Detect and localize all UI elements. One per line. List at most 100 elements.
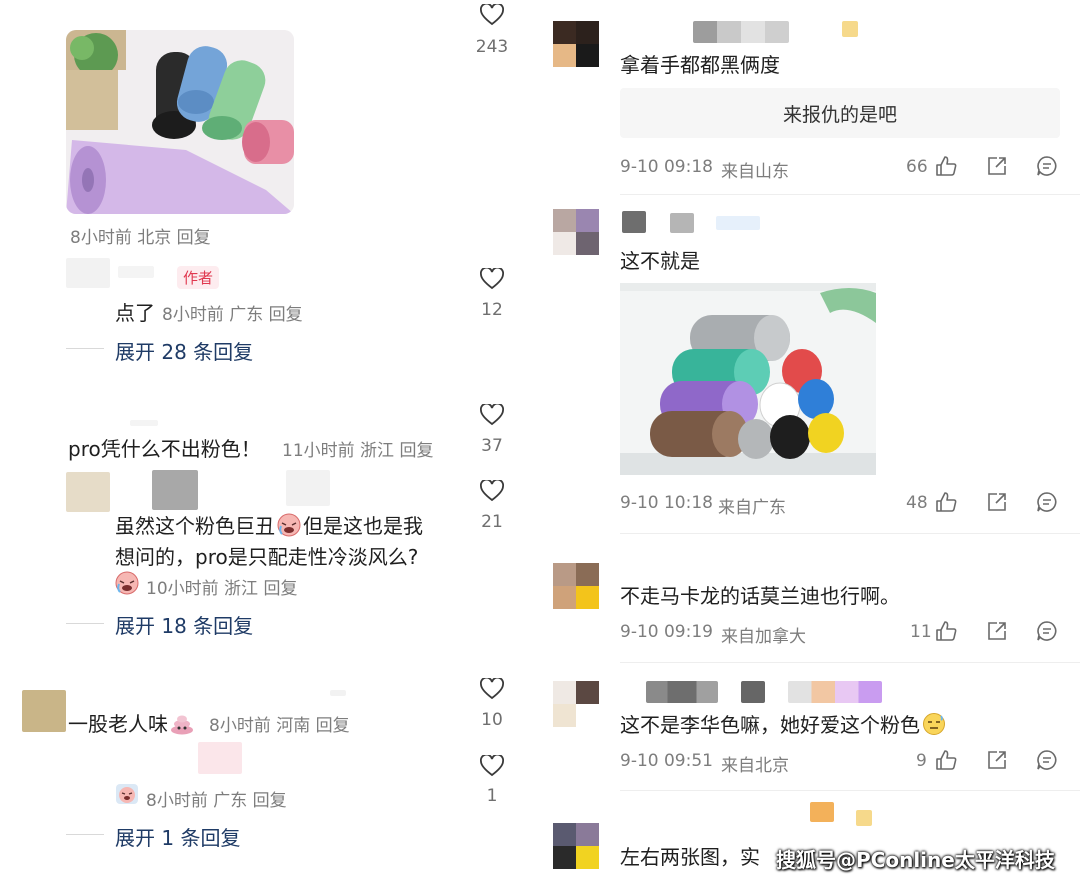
poop-emoji-icon: [169, 711, 195, 735]
comment-text: pro凭什么不出粉色！: [68, 437, 261, 461]
avatar[interactable]: [22, 690, 66, 732]
username[interactable]: [810, 802, 834, 822]
thumbs-up-icon[interactable]: [935, 155, 957, 177]
username[interactable]: [198, 742, 242, 774]
comment-meta: 11小时前 浙江 回复: [282, 441, 434, 461]
like-count: 12: [481, 300, 503, 320]
comment-meta: 8小时前 广东 回复: [146, 791, 287, 811]
expand-replies-link[interactable]: 展开 28 条回复: [115, 336, 253, 365]
divider: [620, 533, 1080, 534]
comment-text-part: 但是这也是我: [303, 514, 423, 538]
avatar[interactable]: [553, 823, 599, 869]
crying-emoji-icon: [276, 513, 302, 537]
level-badge: [842, 21, 858, 37]
comment-text-part: 虽然这个粉色巨丑: [115, 514, 275, 538]
username[interactable]: [622, 211, 646, 233]
comment-icon[interactable]: [1036, 620, 1058, 642]
username[interactable]: [788, 681, 882, 703]
expand-replies-link[interactable]: 展开 18 条回复: [115, 610, 253, 639]
username[interactable]: [118, 266, 154, 278]
comment-text: 点了: [115, 301, 155, 325]
author-badge: 作者: [177, 266, 220, 289]
avatar[interactable]: [553, 681, 599, 727]
like-count: 48: [906, 493, 928, 513]
heart-icon[interactable]: [480, 676, 504, 704]
expand-replies-link[interactable]: 展开 1 条回复: [115, 822, 240, 851]
username[interactable]: [646, 681, 718, 703]
comment-icon[interactable]: [1036, 749, 1058, 771]
crying-emoji-icon: [114, 782, 140, 810]
comment-meta: 8小时前 北京 回复: [70, 228, 211, 248]
heart-icon[interactable]: [480, 753, 504, 781]
like-count: 10: [481, 710, 503, 730]
comment-text: 拿着手都都黑俩度: [620, 53, 780, 77]
trash-bag-photo[interactable]: [620, 283, 876, 475]
comment-meta: 10小时前 浙江 回复: [146, 579, 298, 599]
thumbs-up-icon[interactable]: [935, 620, 957, 642]
username[interactable]: [741, 681, 765, 703]
quoted-reply[interactable]: 来报仇的是吧: [620, 88, 1060, 138]
like-count: 11: [910, 622, 932, 642]
comment-text: 这不是李华色嘛，她好爱这个粉色: [620, 709, 946, 738]
like-count: 66: [906, 157, 928, 177]
comment-time: 9-10 09:51: [620, 751, 713, 771]
like-count: 37: [481, 436, 503, 456]
comment-text: 这不就是: [620, 249, 700, 273]
comment-location: 来自北京: [721, 756, 789, 776]
like-count: 1: [486, 786, 498, 806]
comment-location: 来自加拿大: [721, 627, 806, 647]
comment-text: 一股老人味: [68, 708, 195, 737]
username[interactable]: [693, 21, 789, 43]
heart-icon[interactable]: [480, 478, 504, 506]
trash-bag-photo[interactable]: [66, 30, 294, 214]
comment-location: 来自山东: [721, 162, 789, 182]
expand-divider: [66, 348, 104, 349]
comment-text: 左右两张图，实: [620, 845, 760, 869]
comment-time: 9-10 09:18: [620, 157, 713, 177]
username[interactable]: [286, 470, 330, 506]
comment-icon[interactable]: [1036, 491, 1058, 513]
crying-emoji-icon: [114, 571, 140, 599]
like-count: 21: [481, 512, 503, 532]
like-count: 9: [916, 751, 927, 771]
heart-icon[interactable]: [480, 266, 504, 294]
comment-location: 来自广东: [718, 498, 786, 518]
username[interactable]: [330, 690, 346, 696]
expand-divider: [66, 623, 104, 624]
comment-time: 9-10 09:19: [620, 622, 713, 642]
comment-icon[interactable]: [1036, 155, 1058, 177]
share-icon[interactable]: [986, 155, 1008, 177]
divider: [620, 790, 1080, 791]
sweat-smile-emoji-icon: [922, 712, 946, 736]
avatar[interactable]: [66, 258, 110, 288]
username[interactable]: [670, 213, 694, 233]
avatar[interactable]: [553, 563, 599, 609]
share-icon[interactable]: [986, 620, 1008, 642]
comment-meta: 8小时前 河南 回复: [209, 716, 350, 736]
avatar[interactable]: [553, 21, 599, 67]
level-badge: [856, 810, 872, 826]
share-icon[interactable]: [986, 491, 1008, 513]
watermark: 搜狐号@PConline太平洋科技: [776, 848, 1055, 872]
heart-icon[interactable]: [480, 402, 504, 430]
comment-text-line2: 想问的，pro是只配走性冷淡风么?: [115, 545, 419, 569]
comment-time: 9-10 10:18: [620, 493, 713, 513]
username[interactable]: [716, 216, 760, 230]
avatar[interactable]: [553, 209, 599, 255]
thumbs-up-icon[interactable]: [935, 491, 957, 513]
username[interactable]: [130, 420, 158, 426]
username[interactable]: [152, 470, 198, 510]
divider: [620, 194, 1080, 195]
avatar[interactable]: [66, 472, 110, 512]
thumbs-up-icon[interactable]: [935, 749, 957, 771]
comment-text: 虽然这个粉色巨丑 但是这也是我: [115, 510, 423, 539]
share-icon[interactable]: [986, 749, 1008, 771]
divider: [620, 662, 1080, 663]
comment-text-part: 一股老人味: [68, 712, 168, 736]
heart-icon[interactable]: [480, 2, 504, 30]
expand-divider: [66, 834, 104, 835]
comment-text: 不走马卡龙的话莫兰迪也行啊。: [620, 584, 900, 608]
comment-text-part: 这不是李华色嘛，她好爱这个粉色: [620, 713, 920, 737]
comment-meta: 8小时前 广东 回复: [162, 305, 303, 325]
like-count: 243: [475, 37, 509, 57]
